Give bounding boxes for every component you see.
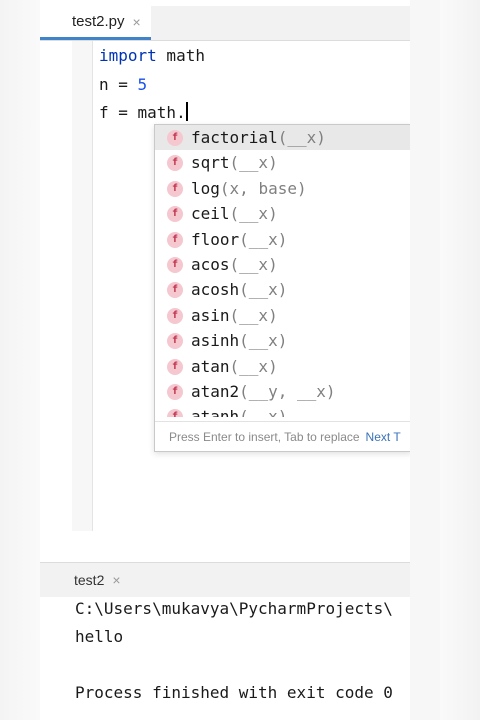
completion-item-atanh[interactable]: f atanh(__x) xyxy=(155,404,410,417)
completion-item-text: sqrt(__x) xyxy=(191,153,278,172)
console-line-path: C:\Users\mukavya\PycharmProjects\ xyxy=(75,599,393,618)
completion-item-factorial[interactable]: f factorial(__x) xyxy=(155,125,410,150)
video-frame: test2.py × import math n = 5 f = math. f… xyxy=(0,0,480,720)
function-params: (__x) xyxy=(229,306,278,325)
function-icon: f xyxy=(167,332,183,349)
function-params: (__x) xyxy=(239,280,288,299)
editor-tab-bar: test2.py × xyxy=(40,6,410,41)
completion-item-asinh[interactable]: f asinh(__x) xyxy=(155,328,410,353)
next-tip-link[interactable]: Next T xyxy=(366,430,401,444)
pycharm-window: test2.py × import math n = 5 f = math. f… xyxy=(40,0,410,720)
function-name: acos xyxy=(191,255,230,274)
completion-item-floor[interactable]: f floor(__x) xyxy=(155,227,410,252)
close-icon[interactable]: × xyxy=(133,14,141,30)
function-icon: f xyxy=(167,154,183,171)
function-name: log xyxy=(191,179,220,198)
function-params: (x, base) xyxy=(219,179,307,198)
code-line-3: f = math. xyxy=(99,102,188,122)
function-icon: f xyxy=(167,256,183,273)
completion-list[interactable]: f factorial(__x) f sqrt(__x) f log(x, base) f c… xyxy=(155,125,410,417)
function-params: (__x) xyxy=(277,128,326,147)
editor-tab-test2-py[interactable]: test2.py × xyxy=(40,6,151,40)
completion-item-text: atan(__x) xyxy=(191,357,278,376)
function-name: factorial xyxy=(191,128,278,147)
completion-item-sqrt[interactable]: f sqrt(__x) xyxy=(155,150,410,175)
code-completion-popup: f factorial(__x) f sqrt(__x) f log(x, base) f c… xyxy=(154,124,410,452)
function-name: atan2 xyxy=(191,382,240,401)
number-literal: 5 xyxy=(137,75,148,94)
text-caret xyxy=(185,102,188,121)
function-name: atan xyxy=(191,357,230,376)
completion-item-text: log(x, base) xyxy=(191,179,307,198)
function-name: acosh xyxy=(191,280,240,299)
completion-footer: Press Enter to insert, Tab to replace Ne… xyxy=(155,421,410,451)
function-icon: f xyxy=(167,408,183,417)
run-tab-test2[interactable]: test2 × xyxy=(40,563,129,597)
function-params: (__x) xyxy=(229,255,278,274)
completion-item-text: ceil(__x) xyxy=(191,204,278,223)
run-tab-bar: test2 × xyxy=(40,562,410,597)
function-icon: f xyxy=(167,231,183,248)
function-name: asinh xyxy=(191,331,240,350)
completion-item-asin[interactable]: f asin(__x) xyxy=(155,303,410,328)
completion-item-text: acosh(__x) xyxy=(191,280,287,299)
completion-item-ceil[interactable]: f ceil(__x) xyxy=(155,201,410,226)
function-icon: f xyxy=(167,358,183,375)
function-name: sqrt xyxy=(191,153,230,172)
function-params: (__y, __x) xyxy=(239,382,336,401)
run-tab-label: test2 xyxy=(74,572,105,588)
screen-edge xyxy=(410,0,440,720)
console-line-exit: Process finished with exit code 0 xyxy=(75,683,393,702)
function-params: (__x) xyxy=(229,357,278,376)
function-name: floor xyxy=(191,230,240,249)
completion-item-text: atan2(__y, __x) xyxy=(191,382,336,401)
completion-item-log[interactable]: f log(x, base) xyxy=(155,176,410,201)
blurred-background-left xyxy=(0,0,40,720)
module-name: math xyxy=(156,46,205,65)
run-console[interactable]: C:\Users\mukavya\PycharmProjects\ hello … xyxy=(40,597,410,720)
code-line-2: n = 5 xyxy=(99,75,147,94)
completion-hint: Press Enter to insert, Tab to replace xyxy=(169,429,360,444)
blurred-background-right xyxy=(440,0,480,720)
completion-item-text: atanh(__x) xyxy=(191,407,287,417)
function-params: (__x) xyxy=(229,153,278,172)
completion-item-text: asinh(__x) xyxy=(191,331,287,350)
completion-item-text: floor(__x) xyxy=(191,230,287,249)
function-name: ceil xyxy=(191,204,230,223)
assignment-prefix: n = xyxy=(99,75,138,94)
completion-item-acos[interactable]: f acos(__x) xyxy=(155,252,410,277)
completion-item-text: asin(__x) xyxy=(191,306,278,325)
function-params: (__x) xyxy=(229,204,278,223)
function-name: atanh xyxy=(191,407,240,417)
editor-gutter xyxy=(72,41,93,531)
completion-item-atan2[interactable]: f atan2(__y, __x) xyxy=(155,379,410,404)
completion-item-text: factorial(__x) xyxy=(191,128,326,147)
function-icon: f xyxy=(167,129,183,146)
completion-item-acosh[interactable]: f acosh(__x) xyxy=(155,277,410,302)
function-icon: f xyxy=(167,383,183,400)
function-icon: f xyxy=(167,205,183,222)
function-params: (__x) xyxy=(239,407,288,417)
function-params: (__x) xyxy=(239,230,288,249)
function-icon: f xyxy=(167,281,183,298)
function-params: (__x) xyxy=(239,331,288,350)
function-icon: f xyxy=(167,180,183,197)
completion-item-atan[interactable]: f atan(__x) xyxy=(155,354,410,379)
close-icon[interactable]: × xyxy=(112,572,120,588)
console-line-output: hello xyxy=(75,627,124,646)
completion-item-text: acos(__x) xyxy=(191,255,278,274)
import-keyword: import xyxy=(99,46,157,65)
current-line-text: f = math. xyxy=(99,103,186,122)
function-icon: f xyxy=(167,307,183,324)
code-line-1: import math xyxy=(99,46,205,65)
function-name: asin xyxy=(191,306,230,325)
editor-tab-label: test2.py xyxy=(72,13,125,30)
